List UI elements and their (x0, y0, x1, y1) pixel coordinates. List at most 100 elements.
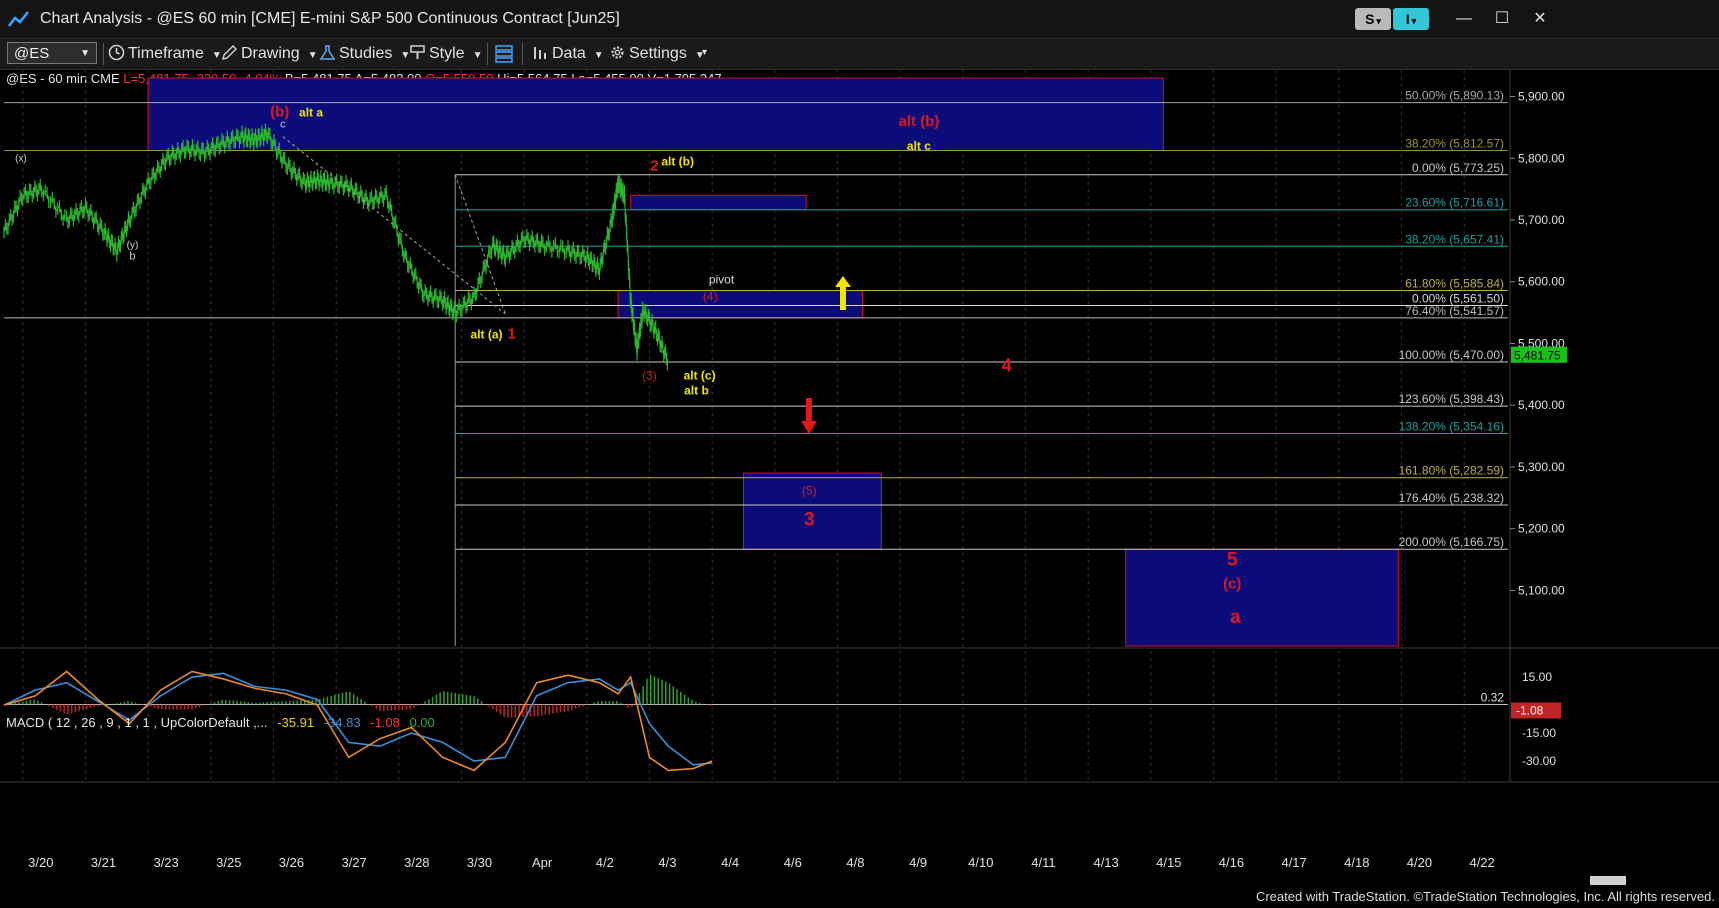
wave-label: alt (c) (684, 368, 716, 382)
wave-label: 5 (1227, 550, 1238, 571)
fib-level-label: 38.20% (5,657.41) (1405, 232, 1504, 246)
wave-label: a (1230, 607, 1241, 628)
wave-label: alt c (907, 139, 931, 153)
clock-icon (108, 44, 125, 61)
date-axis-label: 4/3 (658, 855, 676, 870)
date-axis: 3/20 3/21 3/23 3/25 3/26 3/27 3/28 3/30 Apr 4/2 4/… (0, 781, 1719, 885)
wave-label: alt (b) (899, 113, 940, 130)
fib-level-label: 76.40% (5,541.57) (1405, 304, 1504, 318)
macd-current-tag-label: -1.08 (1516, 703, 1544, 717)
style-menu[interactable]: Style ▼ (409, 44, 482, 63)
date-axis-label: 3/25 (216, 855, 241, 870)
macd-avg-value: -34.83 (324, 715, 361, 730)
fib-level-label: 123.60% (5,398.43) (1399, 392, 1504, 406)
chart-area[interactable]: 50.00% (5,890.13) 38.20% (5,812.57) 0.00% … (0, 70, 1719, 888)
price-axis-label: 5,300.00 (1518, 460, 1565, 474)
price-pane: 50.00% (5,890.13) 38.20% (5,812.57) 0.00% … (0, 70, 1719, 782)
wave-label: alt (b) (661, 155, 694, 169)
symbol-input[interactable]: @ES ▼ (7, 42, 97, 64)
wave-label: 3 (804, 510, 815, 531)
macd-params-label: MACD ( 12 , 26 , 9 , 1 , 1 , UpColorDefa… (6, 715, 268, 730)
layout-panels-icon[interactable] (494, 45, 514, 63)
wave-label: alt b (684, 384, 709, 398)
flask-icon (319, 45, 336, 60)
chart-toolbar: @ES ▼ Timeframe ▼ Drawing ▼ Studies ▼ Style ▼… (0, 39, 1719, 70)
date-axis-label: 4/17 (1281, 855, 1306, 870)
wave-label: b (129, 251, 135, 263)
fib-level-label: 23.60% (5,716.61) (1405, 196, 1504, 210)
date-axis-label: 3/27 (341, 855, 366, 870)
fib-level-label: 176.40% (5,238.32) (1399, 491, 1504, 505)
date-axis-label: 3/23 (153, 855, 178, 870)
date-axis-label: 4/18 (1344, 855, 1369, 870)
wave-label: (3) (642, 368, 657, 382)
price-axis-label: 5,200.00 (1518, 522, 1565, 536)
app-chart-icon (8, 11, 29, 27)
wave-label: alt (a) (471, 328, 503, 342)
date-axis-label: 4/2 (596, 855, 614, 870)
wave-label: alt a (299, 105, 323, 119)
date-axis-label: 3/30 (467, 855, 492, 870)
macd-ref-label: 0.32 (1481, 690, 1505, 704)
date-axis-label: 4/13 (1093, 855, 1118, 870)
macd-axis-label: 15.00 (1522, 670, 1552, 684)
toolbar-divider (103, 43, 104, 65)
wave-label: 4 (1002, 355, 1012, 375)
price-axis-label: 5,100.00 (1518, 583, 1565, 597)
fib-level-label: 50.00% (5,890.13) (1405, 89, 1504, 103)
s-link-button[interactable]: S ▾ (1355, 8, 1391, 30)
date-axis-label: 3/26 (279, 855, 304, 870)
wave-label: (4) (703, 289, 718, 303)
fib-level-label: 200.00% (5,166.75) (1399, 535, 1504, 549)
maximize-button[interactable]: ☐ (1490, 8, 1514, 30)
toolbar-overflow-icon[interactable]: ▾ (702, 47, 707, 58)
window-title: Chart Analysis - @ES 60 min [CME] E-mini… (40, 10, 620, 27)
minimize-button[interactable]: — (1452, 8, 1476, 30)
target-zone-box (630, 194, 807, 211)
wave-label: (c) (1223, 576, 1241, 593)
macd-value: -35.91 (277, 715, 314, 730)
date-axis-label: 4/10 (968, 855, 993, 870)
date-axis-label: 4/15 (1156, 855, 1181, 870)
date-axis-label: 4/4 (721, 855, 739, 870)
fib-level-label: 0.00% (5,773.25) (1412, 161, 1504, 175)
up-arrow-icon (835, 276, 851, 310)
macd-zero-value: 0.00 (409, 715, 434, 730)
toolbar-divider (487, 43, 488, 65)
toolbar-divider (522, 43, 523, 65)
wave-label: (y) (127, 240, 139, 251)
date-axis-label: 3/20 (28, 855, 53, 870)
chevron-down-icon: ▼ (80, 48, 90, 59)
studies-menu[interactable]: Studies ▼ (319, 44, 410, 63)
pencil-icon (221, 44, 238, 61)
date-axis-label: 4/20 (1407, 855, 1432, 870)
price-axis-label: 5,700.00 (1518, 213, 1565, 227)
chevron-down-icon: ▼ (307, 50, 318, 61)
date-axis-label: 4/8 (846, 855, 864, 870)
date-axis-label: 4/11 (1031, 855, 1055, 870)
drawing-menu[interactable]: Drawing ▼ (221, 44, 318, 63)
date-axis-label: 3/28 (404, 855, 429, 870)
wave-label: 2 (650, 158, 658, 175)
target-zone-box (617, 289, 864, 319)
last-price-tag-label: 5,481.75 (1514, 349, 1561, 363)
fib-level-label: 38.20% (5,812.57) (1405, 137, 1504, 151)
bar-chart-icon (534, 47, 546, 59)
style-brush-icon (410, 45, 425, 59)
price-axis-label: 5,900.00 (1518, 90, 1565, 104)
i-link-button[interactable]: I ▾ (1393, 8, 1429, 30)
timeframe-menu[interactable]: Timeframe ▼ (108, 44, 222, 63)
date-axis-label: 4/9 (909, 855, 927, 870)
data-menu[interactable]: Data ▼ (532, 44, 604, 63)
tradestation-credit: Created with TradeStation. ©TradeStation… (1255, 889, 1715, 904)
price-axis-label: 5,400.00 (1518, 398, 1565, 412)
date-axis-label: Apr (532, 855, 553, 870)
fib-level-label: 138.20% (5,354.16) (1399, 420, 1504, 434)
price-axis-label: 5,600.00 (1518, 275, 1565, 289)
wave-label: c (280, 118, 286, 130)
target-zone-box (1125, 548, 1399, 647)
chevron-down-icon: ▼ (472, 50, 483, 61)
settings-menu[interactable]: Settings ▼ (609, 44, 705, 63)
close-button[interactable]: ✕ (1528, 8, 1552, 30)
macd-axis-label: -30.00 (1522, 754, 1556, 768)
